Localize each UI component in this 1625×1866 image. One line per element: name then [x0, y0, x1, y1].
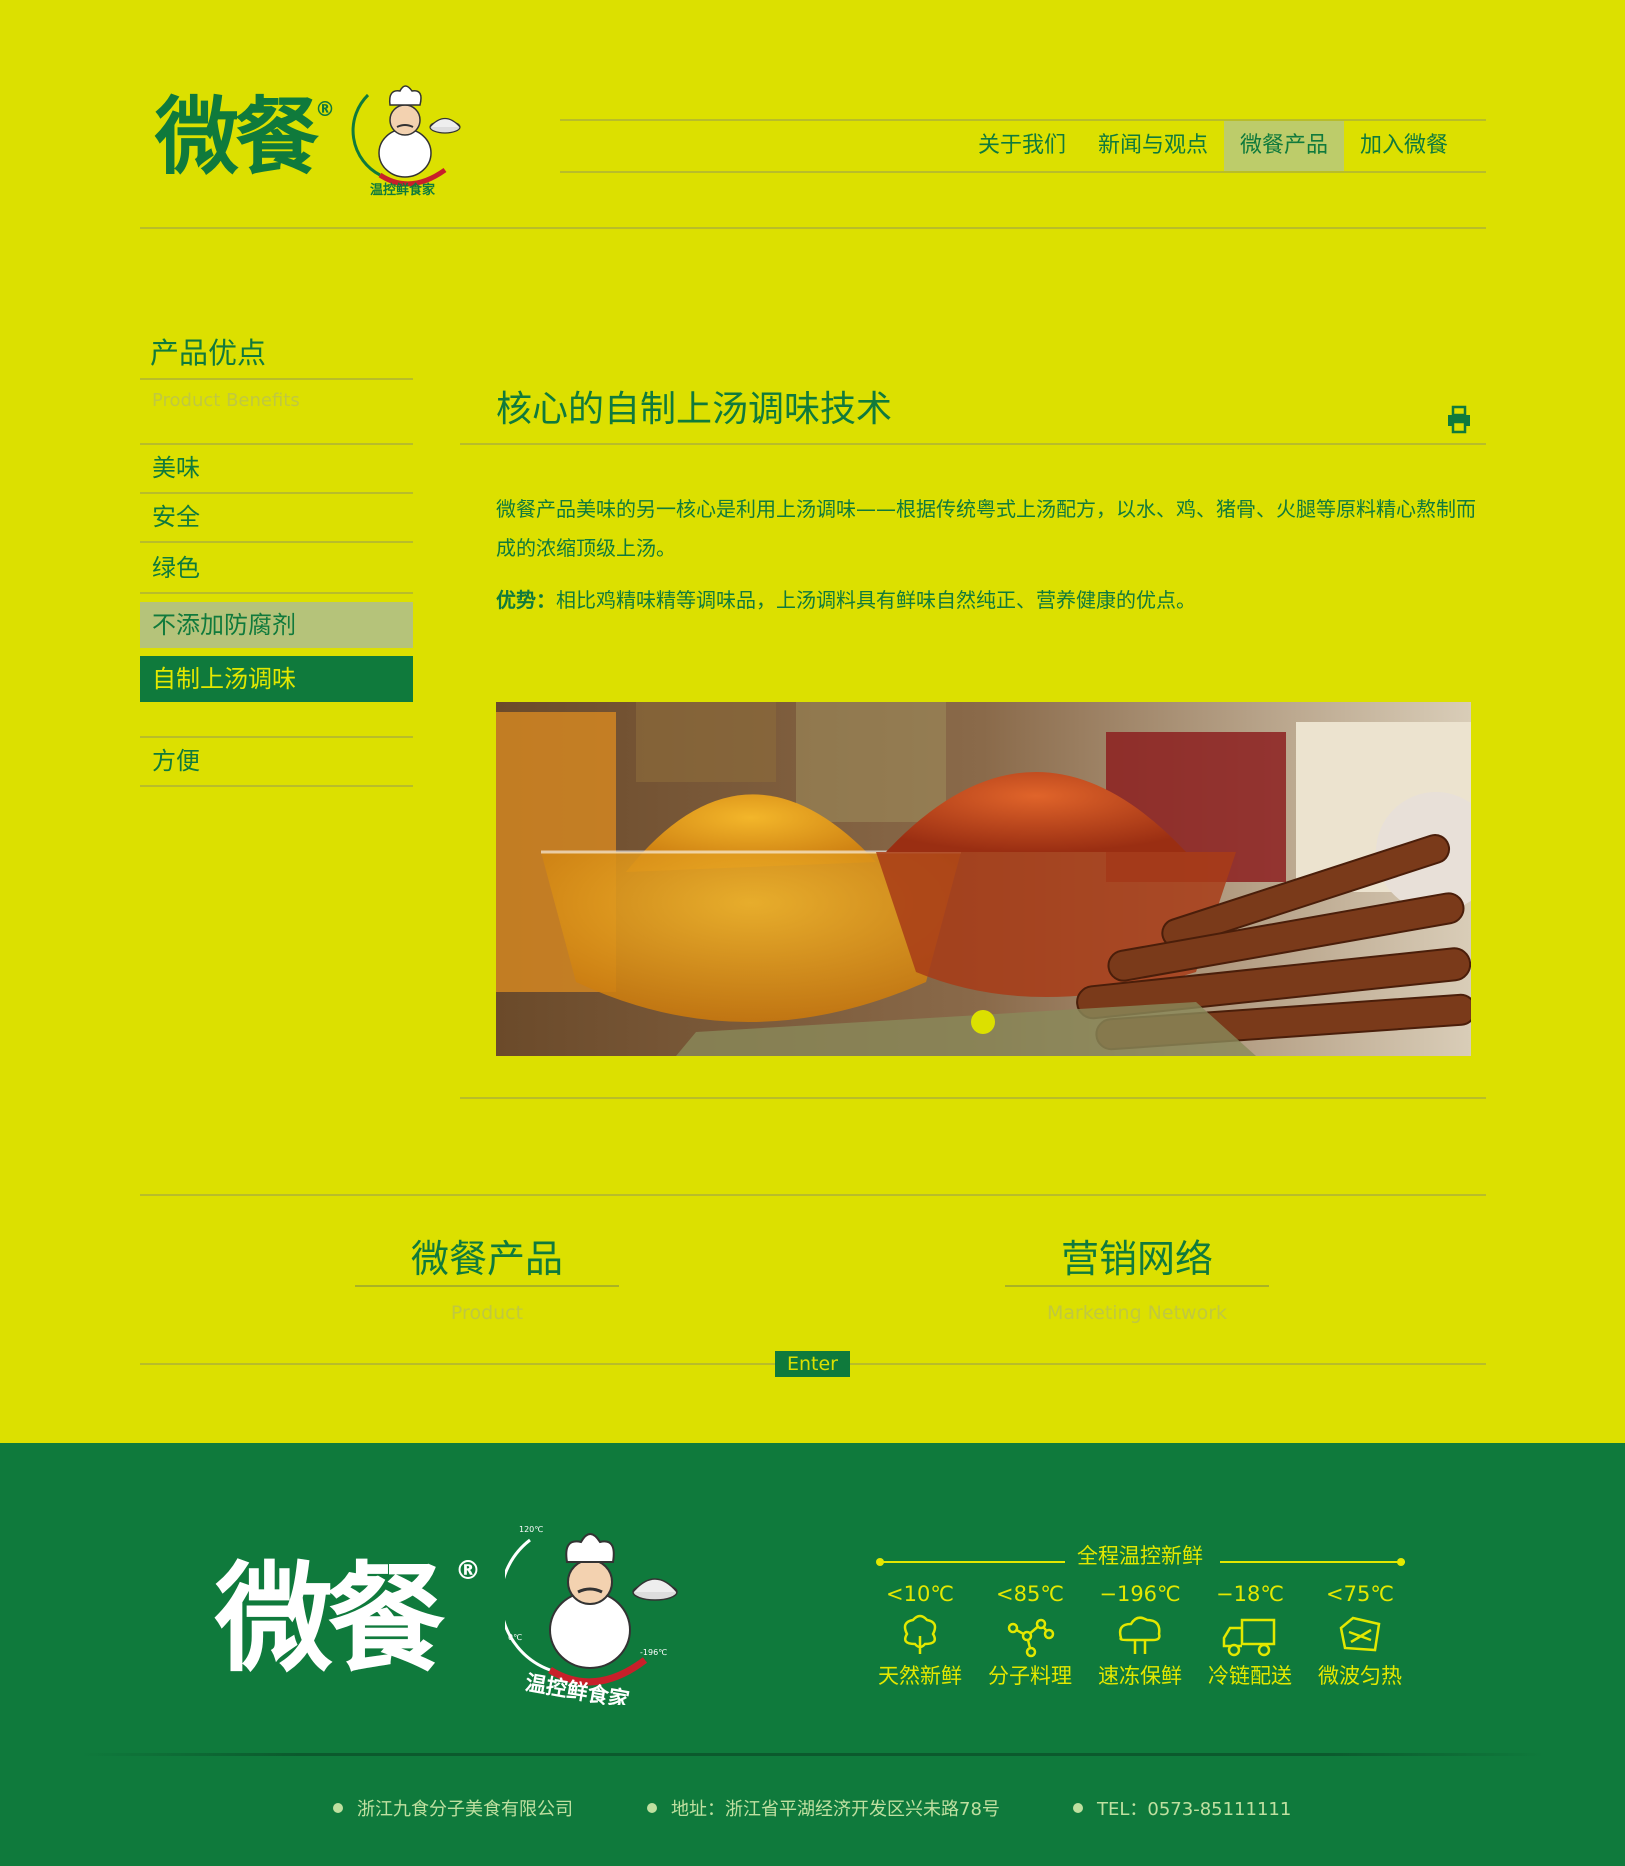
nav-join[interactable]: 加入微餐 — [1344, 121, 1464, 171]
footer-chef-mascot-icon: 120℃ 0℃ -196℃ 温控鲜食家 — [505, 1525, 678, 1705]
temp-control-title: 全程温控新鲜 — [1077, 1544, 1203, 1568]
address-text: 地址：浙江省平湖经济开发区兴未路78号 — [671, 1799, 1000, 1820]
content-paragraph: 微餐产品美味的另一核心是利用上汤调味——根据传统粤式上汤配方，以水、鸡、猪骨、火… — [496, 497, 1476, 560]
sidebar-subtitle: Product Benefits — [152, 390, 300, 411]
temp-label: 冷链配送 — [1208, 1664, 1292, 1688]
band-divider — [140, 1194, 1486, 1196]
truck-icon — [1200, 1612, 1300, 1660]
sidebar-item-convenience[interactable]: 方便 — [140, 738, 413, 784]
band-divider — [355, 1285, 619, 1287]
advantage-label: 优势： — [496, 588, 556, 612]
temp-item: <75℃ 微波匀热 — [1310, 1582, 1410, 1690]
sidebar-item-soup-seasoning[interactable]: 自制上汤调味 — [140, 656, 413, 702]
sidebar-item-taste[interactable]: 美味 — [140, 445, 413, 491]
advantage-paragraph: 优势：相比鸡精味精等调味品，上汤调料具有鲜味自然纯正、营养健康的优点。 — [496, 582, 1476, 618]
vegetable-icon — [870, 1612, 970, 1660]
svg-text:-196℃: -196℃ — [640, 1648, 667, 1657]
enter-button[interactable]: Enter — [775, 1351, 850, 1377]
temp-value: <85℃ — [996, 1582, 1064, 1606]
sidebar-divider — [140, 541, 413, 543]
bullet-icon — [333, 1803, 343, 1813]
sidebar-title: 产品优点 — [150, 336, 267, 370]
ruler-line — [1220, 1561, 1405, 1563]
bullet-icon — [1073, 1803, 1083, 1813]
nav-news[interactable]: 新闻与观点 — [1082, 121, 1224, 171]
network-link-title[interactable]: 营销网络 — [1005, 1228, 1269, 1283]
footer-divider — [80, 1753, 1545, 1756]
footer-company: 浙江九食分子美食有限公司 — [333, 1795, 573, 1821]
tel-text: TEL：0573-85111111 — [1097, 1799, 1292, 1820]
main-nav: 关于我们 新闻与观点 微餐产品 加入微餐 — [560, 121, 1486, 171]
temp-value: <10℃ — [886, 1582, 954, 1606]
temp-value: −18℃ — [1216, 1582, 1284, 1606]
logo-text: 微餐 — [155, 88, 319, 186]
temp-item: <10℃ 天然新鲜 — [870, 1582, 970, 1690]
content-divider — [460, 1097, 1486, 1099]
sidebar-item-safety[interactable]: 安全 — [140, 494, 413, 540]
footer-logo-text: 微餐 — [215, 1550, 445, 1688]
svg-text:温控鲜食家: 温控鲜食家 — [370, 182, 436, 198]
content-divider — [460, 443, 1486, 445]
temp-value: <75℃ — [1326, 1582, 1394, 1606]
advantage-text: 相比鸡精味精等调味品，上汤调料具有鲜味自然纯正、营养健康的优点。 — [556, 588, 1196, 612]
sidebar-divider — [140, 378, 413, 380]
temp-item: −18℃ 冷链配送 — [1200, 1582, 1300, 1690]
temp-label: 速冻保鲜 — [1098, 1664, 1182, 1688]
spices-image — [496, 702, 1471, 1056]
temp-item: −196℃ 速冻保鲜 — [1090, 1582, 1190, 1690]
svg-text:120℃: 120℃ — [519, 1525, 543, 1534]
chef-mascot-icon: 温控鲜食家 — [351, 85, 461, 198]
temperature-control-panel: 全程温控新鲜 <10℃ 天然新鲜 <85℃ 分子料理 −196℃ 速冻保鲜 −1… — [870, 1540, 1410, 1700]
registered-mark: ® — [315, 97, 335, 121]
product-link-title[interactable]: 微餐产品 — [355, 1228, 619, 1283]
microwave-icon — [1310, 1612, 1410, 1660]
temp-value: −196℃ — [1099, 1582, 1181, 1606]
page-title: 核心的自制上汤调味技术 — [496, 389, 893, 430]
nav-products[interactable]: 微餐产品 — [1223, 121, 1344, 171]
print-icon[interactable] — [1446, 405, 1472, 435]
temp-label: 天然新鲜 — [878, 1664, 962, 1688]
nav-divider-bottom — [560, 171, 1486, 173]
product-link-subtitle: Product — [450, 1302, 524, 1324]
temp-label: 微波匀热 — [1318, 1664, 1402, 1688]
band-divider — [1005, 1285, 1269, 1287]
sidebar-divider — [140, 592, 413, 594]
footer-tel: TEL：0573-85111111 — [1073, 1795, 1291, 1821]
temp-item: <85℃ 分子料理 — [980, 1582, 1080, 1690]
ruler-dot — [1397, 1558, 1405, 1566]
bullet-icon — [647, 1803, 657, 1813]
sidebar-divider — [140, 785, 413, 787]
svg-text:0℃: 0℃ — [508, 1633, 522, 1642]
nav-about[interactable]: 关于我们 — [962, 121, 1082, 171]
site-logo[interactable]: 微餐 ® 温控鲜食家 — [155, 75, 475, 205]
network-link-subtitle: Marketing Network — [1046, 1302, 1228, 1324]
molecule-icon — [980, 1612, 1080, 1660]
sidebar-item-no-preservatives[interactable]: 不添加防腐剂 — [140, 602, 413, 648]
footer-registered-mark: ® — [455, 1556, 481, 1586]
company-name: 浙江九食分子美食有限公司 — [357, 1799, 573, 1820]
sidebar-item-green[interactable]: 绿色 — [140, 545, 413, 591]
header-divider — [140, 227, 1486, 229]
footer-address: 地址：浙江省平湖经济开发区兴未路78号 — [647, 1795, 1000, 1821]
freeze-icon — [1090, 1612, 1190, 1660]
temp-label: 分子料理 — [988, 1664, 1072, 1688]
